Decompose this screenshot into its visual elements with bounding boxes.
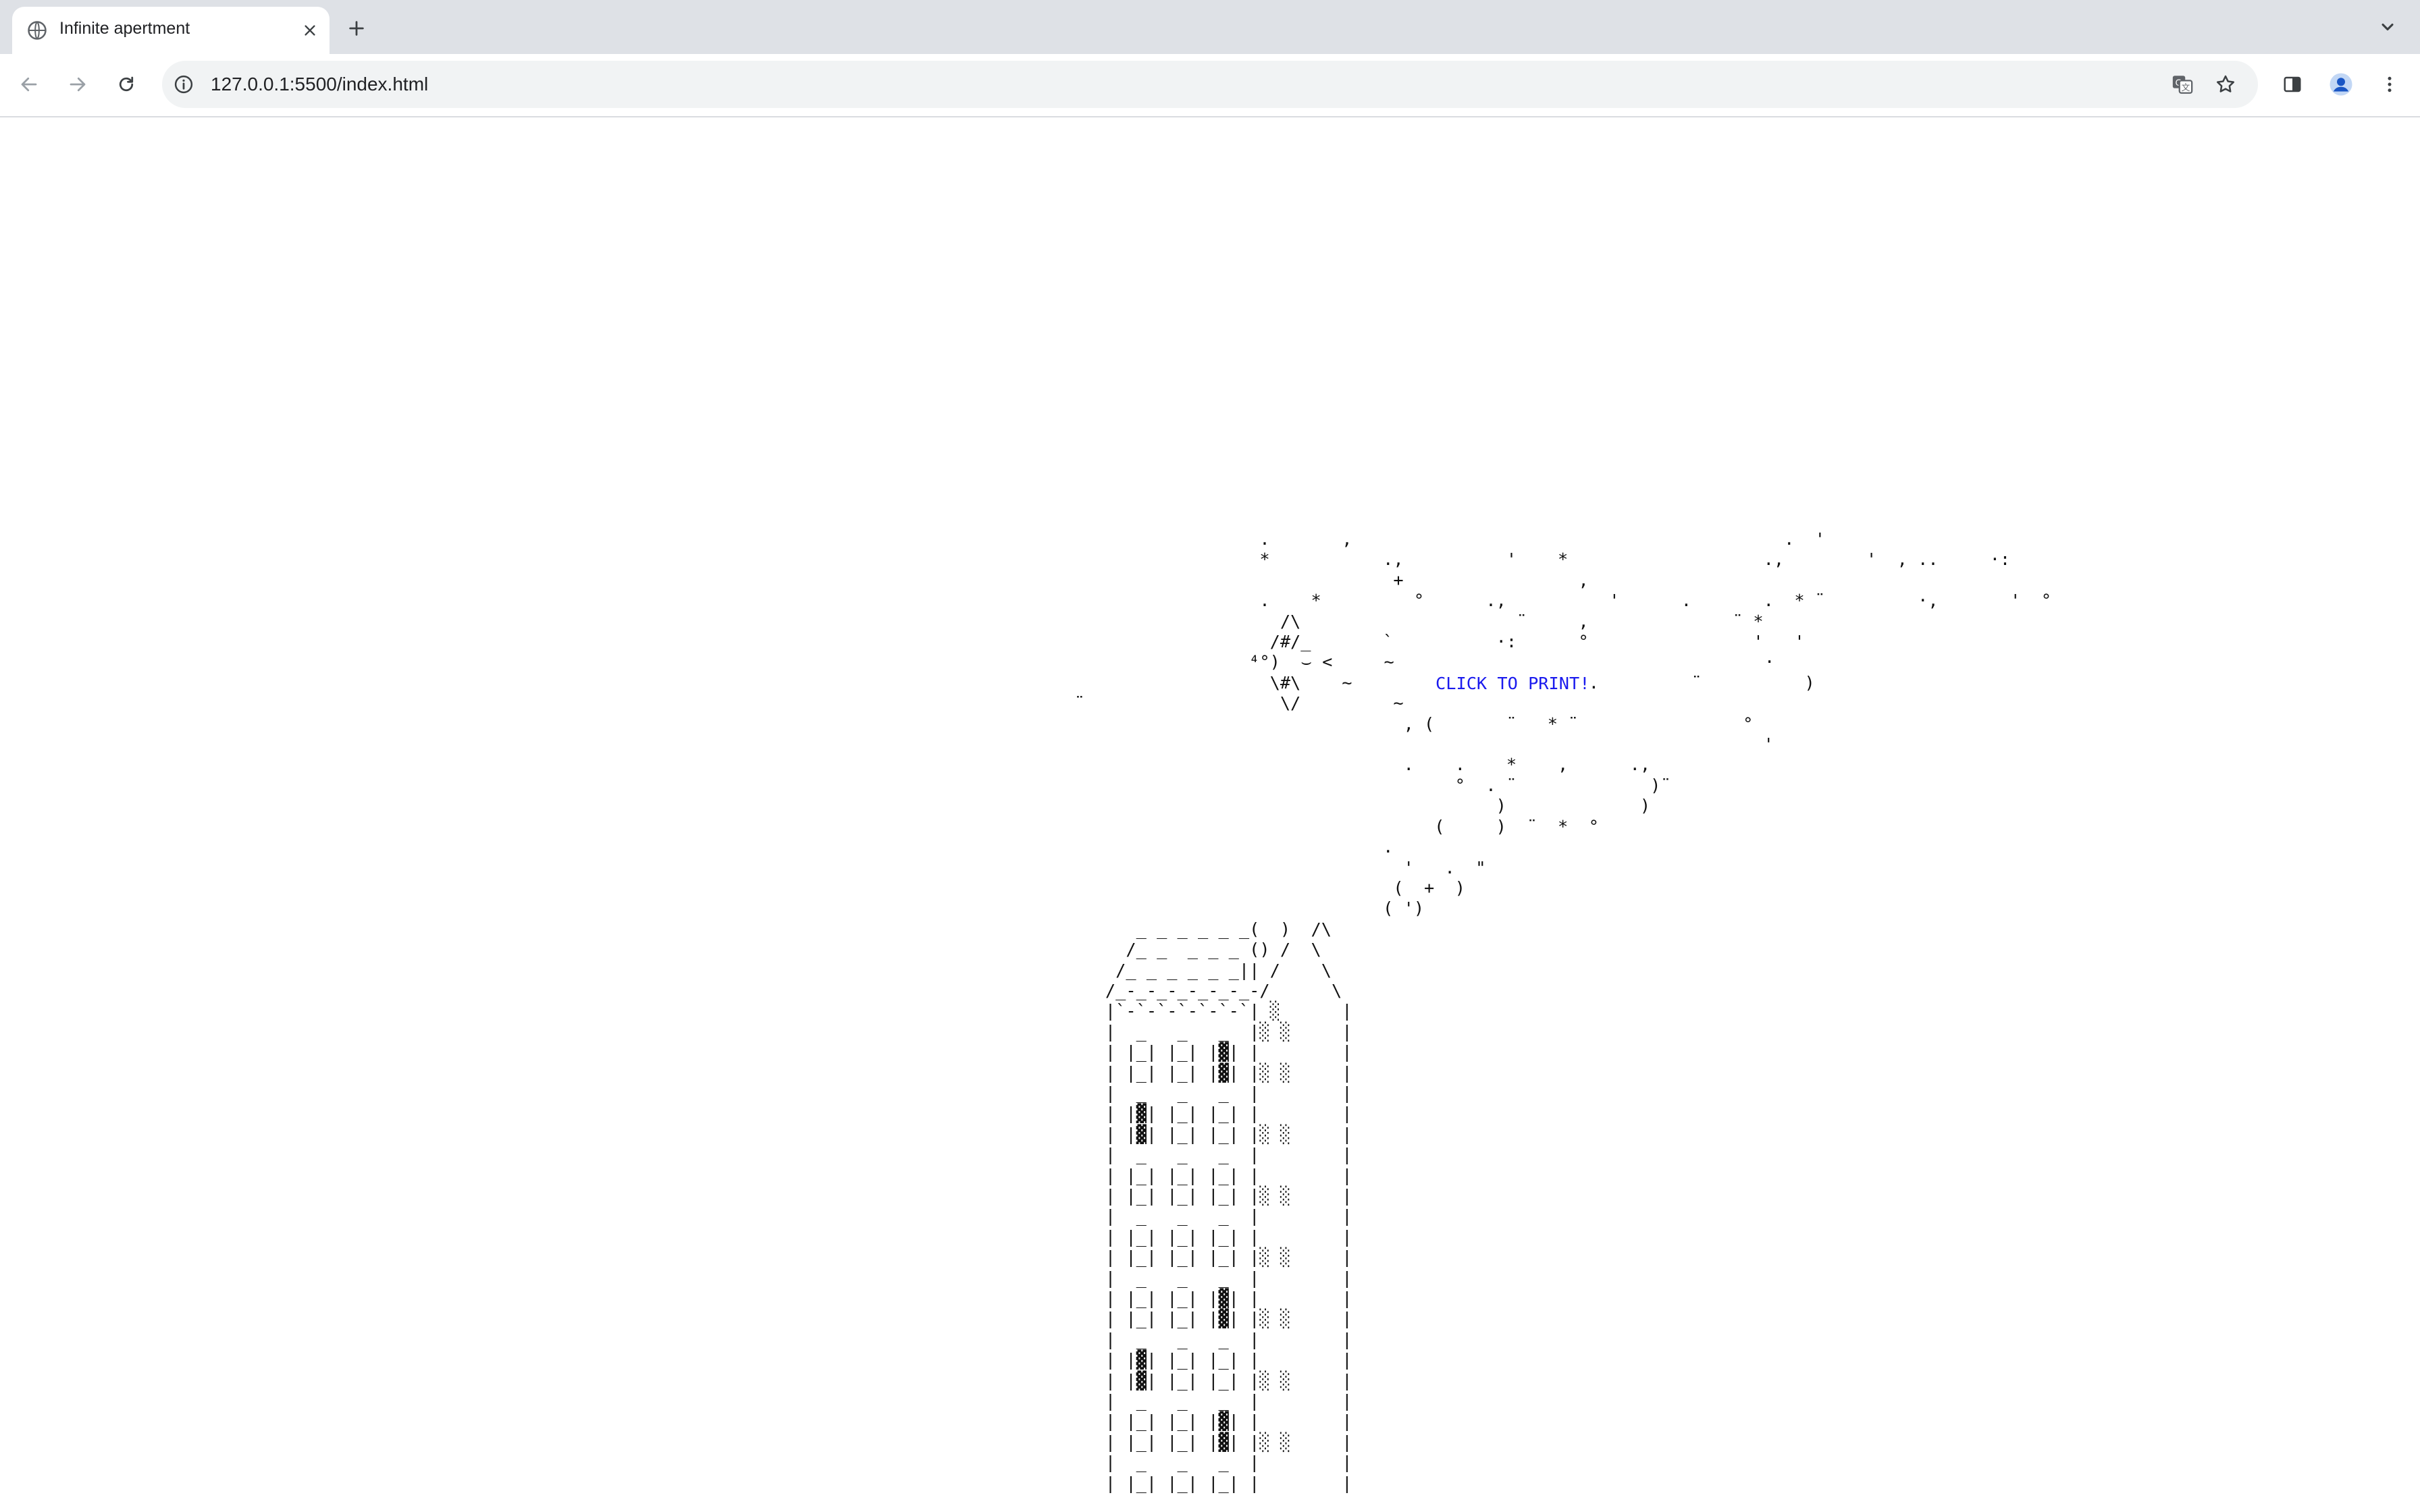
page-viewport: . , . ' * ., ' * ., ' , .. ·: + , . * ° …	[0, 117, 2420, 1512]
plus-icon	[349, 21, 364, 36]
translate-icon[interactable]: G 文	[2169, 71, 2196, 98]
back-button[interactable]	[14, 69, 45, 100]
chevron-down-icon	[2382, 23, 2394, 31]
svg-text:文: 文	[2182, 83, 2190, 93]
back-arrow-icon	[21, 77, 37, 92]
info-icon[interactable]	[172, 72, 196, 97]
reload-button[interactable]	[111, 69, 142, 100]
more-vert-icon[interactable]	[2374, 69, 2405, 100]
star-icon[interactable]	[2212, 71, 2239, 98]
tab-strip: Infinite apertment	[0, 0, 2420, 54]
profile-icon[interactable]	[2325, 69, 2357, 100]
url-text[interactable]: 127.0.0.1:5500/index.html	[211, 74, 428, 95]
browser-toolbar: 127.0.0.1:5500/index.html G 文	[0, 54, 2420, 117]
side-panel-icon[interactable]	[2277, 69, 2308, 100]
tab-search-button[interactable]	[2373, 12, 2402, 42]
reload-icon	[119, 76, 134, 92]
active-tab[interactable]: Infinite apertment	[12, 7, 330, 54]
click-to-print-button[interactable]: CLICK TO PRINT!	[1436, 674, 1590, 695]
address-bar[interactable]: 127.0.0.1:5500/index.html G 文	[162, 61, 2258, 108]
tab-title: Infinite apertment	[59, 19, 190, 38]
close-icon[interactable]	[298, 19, 321, 42]
globe-icon	[27, 20, 47, 40]
forward-arrow-icon	[70, 77, 86, 92]
new-tab-button[interactable]	[343, 15, 370, 42]
forward-button[interactable]	[62, 69, 93, 100]
